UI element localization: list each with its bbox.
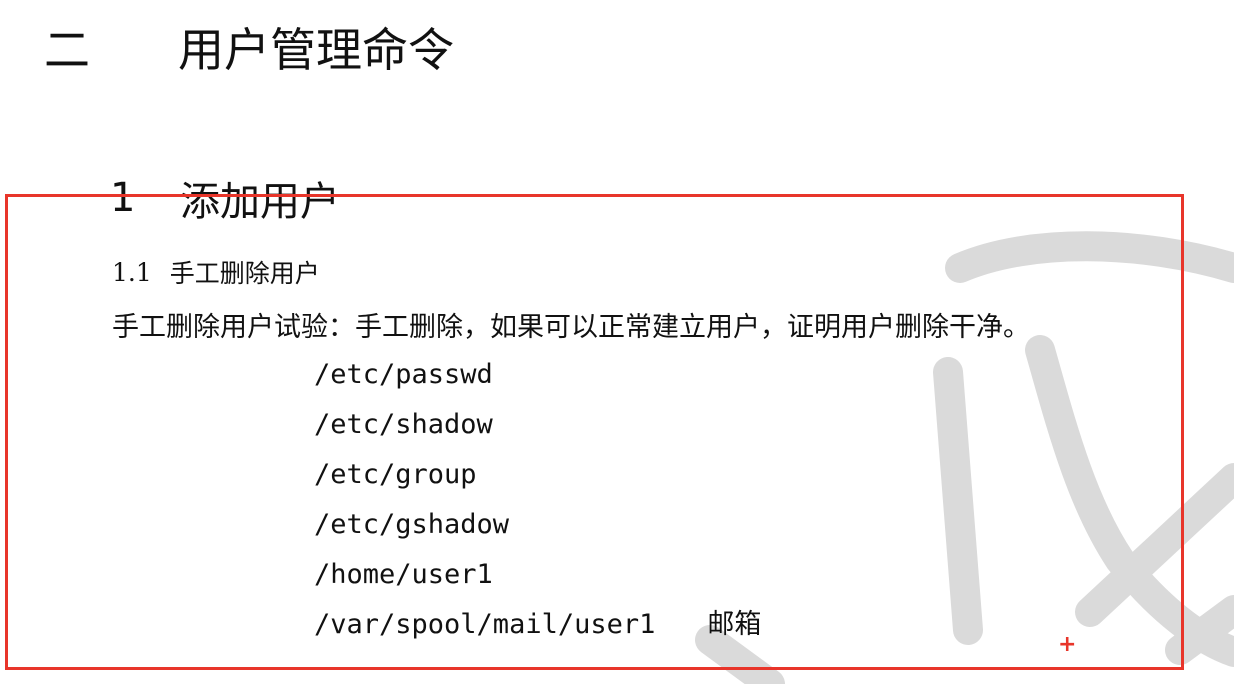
document-page: 二 用户管理命令 1 添加用户 1.1 手工删除用户 手工删除用户试验：手工删除… bbox=[0, 0, 1234, 684]
section-heading: 二 用户管理命令 bbox=[44, 14, 454, 80]
highlight-annotation-box bbox=[5, 194, 1184, 670]
section-number: 二 bbox=[44, 23, 90, 77]
section-title: 用户管理命令 bbox=[178, 23, 454, 77]
crosshair-cursor-icon: + bbox=[1058, 632, 1077, 657]
